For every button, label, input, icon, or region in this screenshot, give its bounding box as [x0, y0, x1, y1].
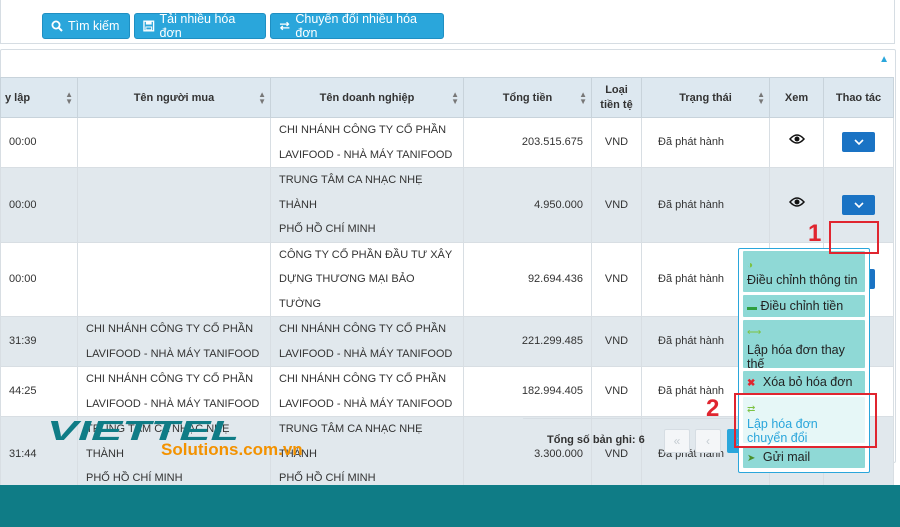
chevron-down-icon: [853, 139, 864, 146]
cell-time: 31:39: [0, 316, 78, 367]
arrows-icon: ⟷: [747, 327, 762, 338]
sort-icon: ▲ ▼: [65, 89, 73, 106]
cell-time: 00:00: [0, 167, 78, 243]
pagination-first-button[interactable]: «: [664, 429, 690, 453]
toolbar-panel: Tìm kiếm Tải nhiều hóa đơn Chuyển đổi nh…: [0, 0, 895, 44]
cell-buyer: CHI NHÁNH CÔNG TY CỔ PHẦN LAVIFOOD - NHÀ …: [77, 366, 271, 417]
cell-buyer: CHI NHÁNH CÔNG TY CỔ PHẦN LAVIFOOD - NHÀ …: [77, 316, 271, 367]
search-button-label: Tìm kiếm: [68, 19, 120, 33]
cell-buyer: [77, 117, 271, 168]
send-icon: ➤: [747, 453, 756, 464]
cell-action: [823, 117, 894, 168]
cell-company: CHI NHÁNH CÔNG TY CỔ PHẦN LAVIFOOD - NHÀ …: [270, 117, 464, 168]
cell-currency: VND: [591, 167, 642, 243]
menu-item-label: Lập hóa đơn thay thế: [747, 343, 845, 371]
search-button[interactable]: Tìm kiếm: [42, 13, 130, 39]
cell-company: CHI NHÁNH CÔNG TY CỔ PHẦN LAVIFOOD - NHÀ …: [270, 366, 464, 417]
sort-icon: ▲ ▼: [757, 89, 765, 106]
save-icon: [143, 20, 155, 32]
annotation-box-1: [829, 221, 879, 254]
cell-total: 92.694.436: [463, 241, 592, 317]
menu-item-adjust-info[interactable]: ◑ Điều chỉnh thông tin: [743, 251, 865, 292]
cell-status: Đã phát hành: [641, 167, 770, 243]
upload-invoices-button[interactable]: Tải nhiều hóa đơn: [134, 12, 266, 40]
column-header-total[interactable]: Tổng tiền ▲ ▼: [463, 77, 592, 118]
annotation-number-1: 1: [808, 220, 822, 247]
cell-currency: VND: [591, 117, 642, 168]
column-header-status[interactable]: Trạng thái ▲ ▼: [641, 77, 770, 118]
cell-total: 182.994.405: [463, 366, 592, 417]
column-header-company[interactable]: Tên doanh nghiệp ▲ ▼: [270, 77, 464, 118]
money-icon: ▬: [747, 302, 757, 313]
annotation-number-2: 2: [706, 395, 720, 422]
cell-currency: VND: [591, 316, 642, 367]
menu-item-label: Gửi mail: [762, 450, 811, 464]
table-header-row: y lập ▲ ▼ Tên người mua ▲ ▼ Tên doanh nghiệp…: [0, 77, 894, 118]
search-icon: [51, 20, 63, 32]
menu-item-label: Xóa bỏ hóa đơn: [762, 375, 853, 389]
cell-buyer: [77, 241, 271, 317]
cell-company: CHI NHÁNH CÔNG TY CỔ PHẦN LAVIFOOD - NHÀ …: [270, 316, 464, 367]
cell-total: 221.299.485: [463, 316, 592, 367]
column-header-buyer[interactable]: Tên người mua ▲ ▼: [77, 77, 271, 118]
convert-invoices-button[interactable]: Chuyển đổi nhiều hóa đơn: [270, 12, 444, 40]
sort-icon: ▲ ▼: [579, 89, 587, 106]
eye-icon[interactable]: [788, 196, 805, 211]
menu-item-replace-invoice[interactable]: ⟷ Lập hóa đơn thay thế: [743, 320, 865, 371]
eye-icon[interactable]: [788, 134, 805, 148]
viettel-logo-suffix: Solutions.com.vn: [161, 440, 303, 459]
column-header-view: Xem: [769, 77, 824, 118]
table-row[interactable]: 00:00 CHI NHÁNH CÔNG TY CỔ PHẦN LAVIFOOD …: [0, 117, 894, 168]
bottom-bar: [0, 485, 900, 527]
cell-status: Đã phát hành: [641, 117, 770, 168]
menu-item-cancel-invoice[interactable]: ✖ Xóa bỏ hóa đơn: [743, 371, 865, 394]
sort-icon: ▲ ▼: [258, 89, 266, 106]
cell-time: 00:00: [0, 117, 78, 168]
menu-item-label: Điều chỉnh thông tin: [747, 273, 858, 287]
table-row[interactable]: 00:00 TRUNG TÂM CA NHẠC NHẸ THÀNH PHỐ HỒ …: [0, 167, 894, 243]
cell-currency: VND: [591, 366, 642, 417]
column-header-date[interactable]: y lập ▲ ▼: [0, 77, 78, 118]
annotation-box-2: [734, 393, 877, 448]
sort-icon: ▲ ▼: [451, 89, 459, 106]
pagination-prev-button[interactable]: ‹: [695, 429, 721, 453]
column-header-action: Thao tác: [823, 77, 894, 118]
exchange-icon: [279, 21, 290, 31]
chevron-down-icon: [853, 201, 864, 208]
upload-invoices-label: Tải nhiều hóa đơn: [159, 12, 236, 40]
cell-currency: VND: [591, 241, 642, 317]
menu-item-send-mail[interactable]: ➤ Gửi mail: [743, 446, 865, 468]
cell-buyer: [77, 167, 271, 243]
column-header-currency[interactable]: Loại tiền tệ: [591, 77, 642, 118]
half-circle-icon: ◑: [747, 260, 754, 271]
cell-company: CÔNG TY CỔ PHẦN ĐẦU TƯ XÂY DỰNG THƯƠNG MẠ…: [270, 241, 464, 317]
cell-total: 203.515.675: [463, 117, 592, 168]
convert-invoices-label: Chuyển đổi nhiều hóa đơn: [295, 12, 417, 40]
row-action-button[interactable]: [842, 194, 875, 215]
total-records: Tổng số bản ghi: 6: [547, 434, 645, 446]
row-action-button[interactable]: [842, 132, 875, 153]
cell-time: 44:25: [0, 366, 78, 417]
menu-item-label: Điều chỉnh tiền: [760, 299, 844, 313]
cell-time: 00:00: [0, 241, 78, 317]
cell-company: TRUNG TÂM CA NHẠC NHẸ THÀNH PHỐ HỒ CHÍ MI…: [270, 167, 464, 243]
cell-view: [769, 117, 824, 168]
cell-total: 4.950.000: [463, 167, 592, 243]
close-icon: ✖: [747, 378, 756, 389]
menu-item-adjust-money[interactable]: ▬ Điều chỉnh tiền: [743, 295, 865, 317]
chevron-up-icon[interactable]: ▲: [879, 54, 889, 65]
